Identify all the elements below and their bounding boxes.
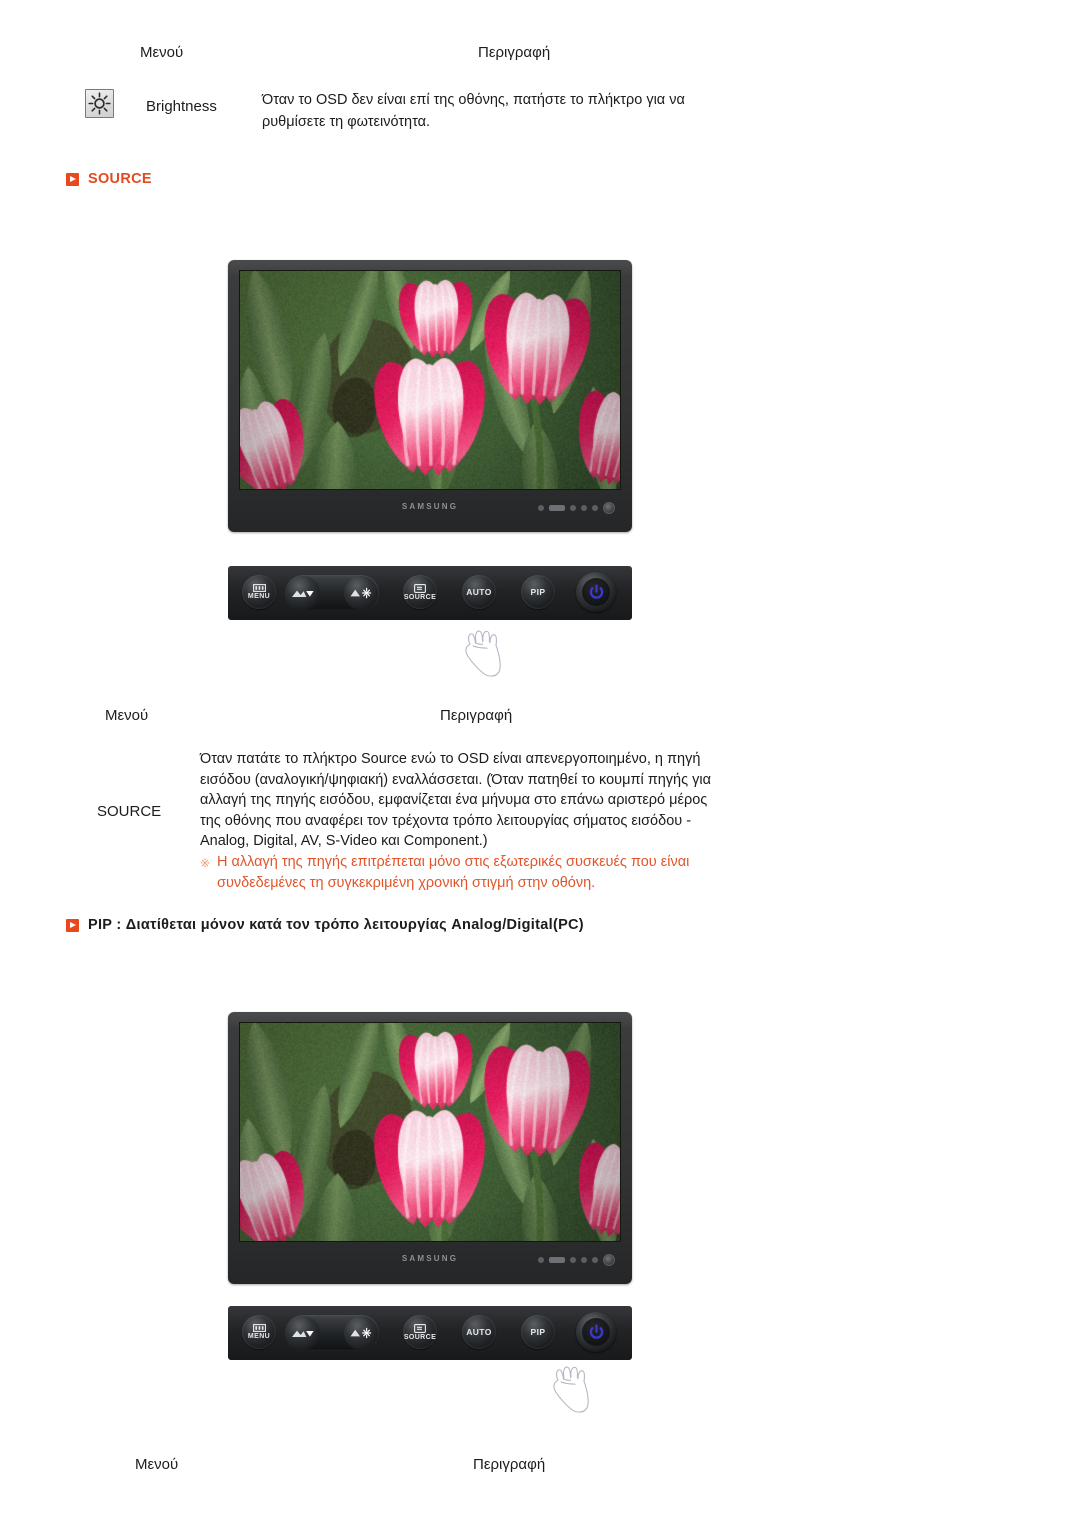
- bezel-dot-icon: [581, 1257, 587, 1263]
- column-header-description: Περιγραφή: [473, 1456, 545, 1473]
- down-button[interactable]: [286, 576, 320, 610]
- note-asterisk-icon: ※: [200, 853, 210, 874]
- hand-pointer-illustration-1: [452, 622, 524, 686]
- source-note: ※ Η αλλαγή της πηγής επιτρέπεται μόνο στ…: [200, 852, 720, 894]
- bezel-pill-icon: [549, 505, 565, 511]
- menu-button[interactable]: MENU: [242, 575, 276, 609]
- source-button-label: SOURCE: [404, 1334, 436, 1341]
- source-row-description: Όταν πατάτε το πλήκτρο Source ενώ το OSD…: [200, 749, 720, 894]
- samsung-logo: SAMSUNG: [402, 1254, 458, 1263]
- source-input-icon: [414, 584, 426, 593]
- bullet-triangle-icon: [66, 919, 79, 932]
- bezel-dot-icon: [570, 1257, 576, 1263]
- source-button-label: SOURCE: [404, 594, 436, 601]
- bezel-dot-icon: [538, 1257, 544, 1263]
- source-input-icon: [414, 1324, 426, 1333]
- hand-pointer-illustration-2: [540, 1358, 612, 1422]
- auto-button-label: AUTO: [466, 1327, 492, 1337]
- up-button[interactable]: [344, 1316, 378, 1350]
- bezel-pill-icon: [549, 1257, 565, 1263]
- power-button[interactable]: [576, 572, 616, 612]
- table-header-row-3: Μενού Περιγραφή: [0, 1456, 1080, 1478]
- bezel-dot-icon: [592, 505, 598, 511]
- control-panel-2: MENU SOURCE AUTO PIP: [228, 1306, 632, 1360]
- power-icon: [588, 584, 605, 601]
- power-icon: [588, 1324, 605, 1341]
- source-row-label: SOURCE: [97, 803, 161, 820]
- brightness-up-arrow-icon: [349, 1327, 373, 1339]
- menu-button-label: MENU: [248, 593, 270, 600]
- samsung-logo: SAMSUNG: [402, 502, 458, 511]
- bezel-controls: [538, 1254, 615, 1266]
- volume-down-arrow-icon: [291, 1328, 315, 1339]
- auto-button[interactable]: AUTO: [462, 1315, 496, 1349]
- bezel-dot-icon: [538, 505, 544, 511]
- brightness-description: Όταν το OSD δεν είναι επί της οθόνης, πα…: [262, 89, 732, 133]
- pip-button[interactable]: PIP: [521, 1315, 555, 1349]
- menu-bars-icon: [253, 584, 266, 592]
- section-heading-source: SOURCE: [66, 171, 152, 187]
- column-header-menu: Μενού: [135, 1456, 178, 1473]
- section-heading-source-label: SOURCE: [88, 171, 152, 187]
- bezel-power-icon: [603, 1254, 615, 1266]
- column-header-menu: Μενού: [105, 707, 148, 724]
- menu-button[interactable]: MENU: [242, 1315, 276, 1349]
- pip-button-label: PIP: [531, 587, 546, 597]
- menu-bars-icon: [253, 1324, 266, 1332]
- source-note-text: Η αλλαγή της πηγής επιτρέπεται μόνο στις…: [217, 854, 689, 891]
- down-button[interactable]: [286, 1316, 320, 1350]
- monitor-bezel-2: SAMSUNG: [239, 1242, 621, 1282]
- brightness-up-arrow-icon: [349, 587, 373, 599]
- pip-button-label: PIP: [531, 1327, 546, 1337]
- column-header-description: Περιγραφή: [478, 44, 550, 61]
- monitor-illustration-2: SAMSUNG: [228, 1012, 632, 1284]
- source-description-text: Όταν πατάτε το πλήκτρο Source ενώ το OSD…: [200, 751, 711, 849]
- brightness-label: Brightness: [146, 98, 217, 115]
- bezel-power-icon: [603, 502, 615, 514]
- bezel-dot-icon: [581, 505, 587, 511]
- auto-button-label: AUTO: [466, 587, 492, 597]
- monitor-illustration-1: SAMSUNG: [228, 260, 632, 532]
- table-header-row-2: Μενού Περιγραφή: [0, 707, 1080, 729]
- table-header-row-1: Μενού Περιγραφή: [0, 44, 1080, 66]
- adjust-rocker[interactable]: [285, 575, 379, 611]
- section-heading-pip-label: PIP : Διατίθεται μόνον κατά τον τρόπο λε…: [88, 917, 584, 933]
- column-header-menu: Μενού: [140, 44, 183, 61]
- column-header-description: Περιγραφή: [440, 707, 512, 724]
- section-heading-pip: PIP : Διατίθεται μόνον κατά τον τρόπο λε…: [66, 917, 584, 933]
- bezel-dot-icon: [570, 505, 576, 511]
- monitor-bezel-1: SAMSUNG: [239, 490, 621, 530]
- bezel-controls: [538, 502, 615, 514]
- pip-button[interactable]: PIP: [521, 575, 555, 609]
- auto-button[interactable]: AUTO: [462, 575, 496, 609]
- brightness-sun-icon: [85, 89, 114, 118]
- source-button[interactable]: SOURCE: [403, 1315, 437, 1349]
- monitor-screen-1: [239, 270, 621, 490]
- volume-down-arrow-icon: [291, 588, 315, 599]
- monitor-screen-2: [239, 1022, 621, 1242]
- tulips-wallpaper: [240, 1023, 621, 1242]
- up-button[interactable]: [344, 576, 378, 610]
- power-button[interactable]: [576, 1312, 616, 1352]
- adjust-rocker[interactable]: [285, 1315, 379, 1351]
- tulips-wallpaper: [240, 271, 621, 490]
- menu-button-label: MENU: [248, 1333, 270, 1340]
- source-button[interactable]: SOURCE: [403, 575, 437, 609]
- bezel-dot-icon: [592, 1257, 598, 1263]
- control-panel-1: MENU SOURCE AUTO PIP: [228, 566, 632, 620]
- bullet-triangle-icon: [66, 173, 79, 186]
